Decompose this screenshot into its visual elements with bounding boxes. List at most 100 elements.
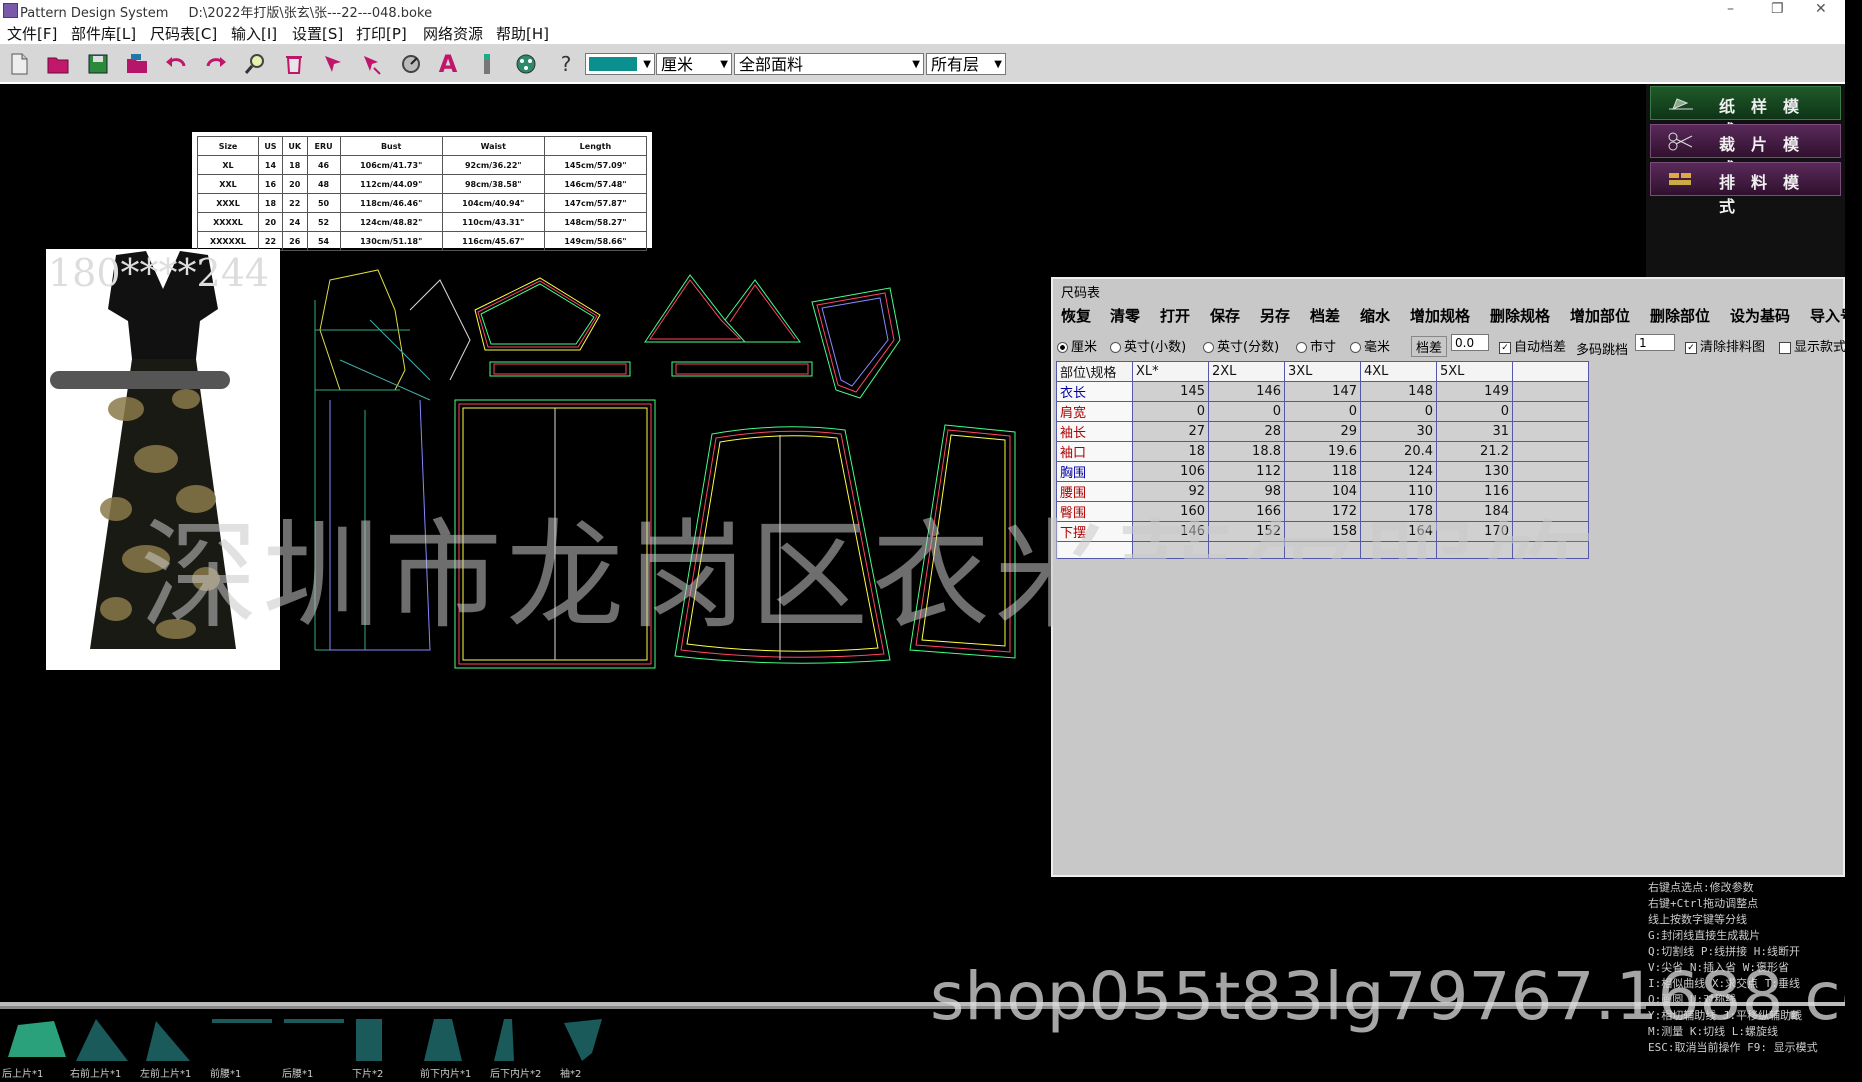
import-button[interactable]: 导入号 bbox=[1810, 305, 1847, 326]
unit-shicun-radio[interactable]: 市寸 bbox=[1296, 336, 1336, 355]
save-as-button[interactable]: 另存 bbox=[1260, 305, 1290, 326]
size-cell[interactable]: 21.2 bbox=[1436, 441, 1513, 462]
delete-size-button[interactable]: 删除规格 bbox=[1490, 305, 1550, 326]
unit-select[interactable]: 厘米 ▼ bbox=[656, 53, 732, 75]
size-cell[interactable]: 124 bbox=[1360, 461, 1437, 482]
menu-size-table[interactable]: 尺码表[C] bbox=[150, 23, 217, 44]
size-cell[interactable]: 145 bbox=[1132, 381, 1209, 402]
save-icon[interactable] bbox=[86, 52, 110, 76]
layer-select[interactable]: 所有层 ▼ bbox=[926, 53, 1006, 75]
part-name[interactable]: 胸围 bbox=[1056, 461, 1133, 482]
add-part-button[interactable]: 增加部位 bbox=[1570, 305, 1630, 326]
size-header[interactable]: 2XL bbox=[1208, 361, 1285, 382]
size-header[interactable]: 5XL bbox=[1436, 361, 1513, 382]
measure-icon[interactable] bbox=[399, 52, 423, 76]
size-cell[interactable]: 20.4 bbox=[1360, 441, 1437, 462]
size-cell[interactable]: 146 bbox=[1208, 381, 1285, 402]
size-cell[interactable]: 27 bbox=[1132, 421, 1209, 442]
size-cell-empty[interactable] bbox=[1512, 461, 1589, 482]
zoom-icon[interactable] bbox=[243, 52, 267, 76]
grading-icon[interactable] bbox=[514, 52, 538, 76]
menu-network-resources[interactable]: 网络资源 bbox=[423, 23, 483, 44]
menu-print[interactable]: 打印[P] bbox=[356, 23, 407, 44]
size-cell[interactable]: 118 bbox=[1284, 461, 1361, 482]
help-icon[interactable]: ? bbox=[554, 52, 578, 76]
unit-mm-radio[interactable]: 毫米 bbox=[1350, 336, 1390, 355]
size-cell-empty[interactable] bbox=[1512, 381, 1589, 402]
menu-help[interactable]: 帮助[H] bbox=[496, 23, 549, 44]
text-icon[interactable]: A bbox=[436, 52, 460, 76]
size-cell[interactable]: 31 bbox=[1436, 421, 1513, 442]
piece-thumb[interactable] bbox=[282, 1017, 348, 1027]
add-size-button[interactable]: 增加规格 bbox=[1410, 305, 1470, 326]
restore-button[interactable]: 恢复 bbox=[1061, 305, 1091, 326]
undo-icon[interactable] bbox=[164, 52, 188, 76]
open-library-icon[interactable] bbox=[125, 52, 149, 76]
menu-settings[interactable]: 设置[S] bbox=[292, 23, 343, 44]
unit-inch-fraction-radio[interactable]: 英寸(分数) bbox=[1203, 336, 1279, 355]
size-cell[interactable]: 29 bbox=[1284, 421, 1361, 442]
size-cell[interactable]: 130 bbox=[1436, 461, 1513, 482]
part-name[interactable]: 袖口 bbox=[1056, 441, 1133, 462]
size-cell[interactable]: 30 bbox=[1360, 421, 1437, 442]
part-name[interactable]: 肩宽 bbox=[1056, 401, 1133, 422]
size-cell[interactable]: 28 bbox=[1208, 421, 1285, 442]
piece-thumb[interactable] bbox=[210, 1017, 276, 1027]
size-cell-empty[interactable] bbox=[1512, 441, 1589, 462]
piece-thumb[interactable] bbox=[140, 1017, 196, 1063]
front-bodice-pieces[interactable] bbox=[644, 274, 813, 377]
size-header[interactable]: XL* bbox=[1132, 361, 1209, 382]
size-header[interactable]: 3XL bbox=[1284, 361, 1361, 382]
unit-cm-radio[interactable]: 厘米 bbox=[1057, 336, 1097, 355]
piece-thumb[interactable] bbox=[72, 1017, 132, 1063]
cut-piece-mode-button[interactable]: 裁片模式 bbox=[1650, 124, 1841, 178]
size-cell[interactable]: 18 bbox=[1132, 441, 1209, 462]
layout-mode-button[interactable]: 排料模式 bbox=[1650, 162, 1841, 216]
size-cell[interactable]: 0 bbox=[1360, 401, 1437, 422]
open-folder-icon[interactable] bbox=[46, 52, 70, 76]
menu-file[interactable]: 文件[F] bbox=[7, 23, 57, 44]
size-header[interactable]: 4XL bbox=[1360, 361, 1437, 382]
part-name[interactable]: 袖长 bbox=[1056, 421, 1133, 442]
show-style-checkbox[interactable]: 显示款式 bbox=[1779, 336, 1846, 355]
delete-icon[interactable] bbox=[282, 52, 306, 76]
menu-input[interactable]: 输入[I] bbox=[231, 23, 277, 44]
piece-thumb[interactable] bbox=[560, 1017, 606, 1063]
set-base-size-button[interactable]: 设为基码 bbox=[1730, 305, 1790, 326]
open-button[interactable]: 打开 bbox=[1160, 305, 1190, 326]
close-button[interactable]: ✕ bbox=[1815, 1, 1827, 17]
pattern-mode-button[interactable]: 纸样模式 bbox=[1650, 86, 1841, 140]
size-cell[interactable]: 148 bbox=[1360, 381, 1437, 402]
size-cell[interactable]: 0 bbox=[1132, 401, 1209, 422]
size-cell-empty[interactable] bbox=[1512, 421, 1589, 442]
clear-layout-checkbox[interactable]: ✓ 清除排料图 bbox=[1685, 336, 1765, 355]
new-file-icon[interactable] bbox=[7, 52, 31, 76]
clear-button[interactable]: 清零 bbox=[1110, 305, 1140, 326]
sleeve-piece-1[interactable] bbox=[474, 277, 631, 377]
menu-parts-library[interactable]: 部件库[L] bbox=[71, 23, 136, 44]
size-cell[interactable]: 106 bbox=[1132, 461, 1209, 482]
pen-icon[interactable] bbox=[475, 52, 499, 76]
size-cell[interactable]: 112 bbox=[1208, 461, 1285, 482]
size-cell[interactable]: 18.8 bbox=[1208, 441, 1285, 462]
shrinkage-button[interactable]: 缩水 bbox=[1360, 305, 1390, 326]
sleeve-piece-2[interactable] bbox=[811, 287, 901, 399]
piece-thumb[interactable] bbox=[490, 1017, 520, 1063]
select-arrow-icon[interactable] bbox=[321, 52, 345, 76]
size-header-empty[interactable] bbox=[1512, 361, 1589, 382]
delete-part-button[interactable]: 删除部位 bbox=[1650, 305, 1710, 326]
size-cell[interactable]: 19.6 bbox=[1284, 441, 1361, 462]
piece-thumb[interactable] bbox=[420, 1017, 466, 1063]
restore-button[interactable]: ❐ bbox=[1771, 1, 1784, 17]
size-cell[interactable]: 0 bbox=[1436, 401, 1513, 422]
redo-icon[interactable] bbox=[204, 52, 228, 76]
minimize-button[interactable]: – bbox=[1727, 1, 1734, 17]
pick-arrow-icon[interactable] bbox=[360, 52, 384, 76]
grade-input[interactable]: 0.0 bbox=[1451, 334, 1489, 351]
size-cell[interactable]: 0 bbox=[1208, 401, 1285, 422]
multi-jump-input[interactable]: 1 bbox=[1635, 334, 1675, 351]
auto-grade-checkbox[interactable]: ✓ 自动档差 bbox=[1499, 336, 1566, 355]
part-name[interactable]: 衣长 bbox=[1056, 381, 1133, 402]
piece-thumb[interactable] bbox=[4, 1017, 68, 1063]
size-cell[interactable]: 0 bbox=[1284, 401, 1361, 422]
